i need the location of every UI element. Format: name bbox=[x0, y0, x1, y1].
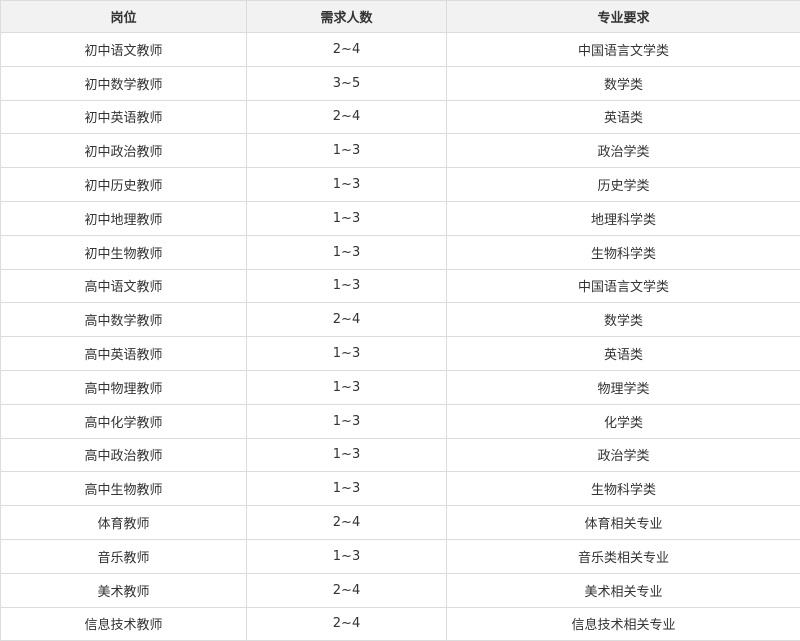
cell-position: 高中数学教师 bbox=[1, 303, 247, 337]
cell-major: 音乐类相关专业 bbox=[447, 539, 800, 573]
table-row: 初中语文教师2~4中国语言文学类 bbox=[1, 33, 800, 67]
cell-major: 中国语言文学类 bbox=[447, 33, 800, 67]
header-row: 岗位 需求人数 专业要求 bbox=[1, 1, 800, 33]
cell-position: 高中政治教师 bbox=[1, 438, 247, 472]
table-row: 体育教师2~4体育相关专业 bbox=[1, 506, 800, 540]
cell-position: 初中语文教师 bbox=[1, 33, 247, 67]
cell-position: 信息技术教师 bbox=[1, 607, 247, 641]
cell-count: 1~3 bbox=[247, 438, 447, 472]
cell-count: 2~4 bbox=[247, 100, 447, 134]
cell-position: 高中语文教师 bbox=[1, 269, 247, 303]
cell-major: 信息技术相关专业 bbox=[447, 607, 800, 641]
header-count: 需求人数 bbox=[247, 1, 447, 33]
cell-major: 数学类 bbox=[447, 303, 800, 337]
cell-position: 音乐教师 bbox=[1, 539, 247, 573]
cell-count: 2~4 bbox=[247, 303, 447, 337]
cell-major: 生物科学类 bbox=[447, 472, 800, 506]
cell-major: 政治学类 bbox=[447, 438, 800, 472]
cell-count: 1~3 bbox=[247, 235, 447, 269]
cell-count: 3~5 bbox=[247, 66, 447, 100]
cell-major: 中国语言文学类 bbox=[447, 269, 800, 303]
recruitment-table: 岗位 需求人数 专业要求 初中语文教师2~4中国语言文学类初中数学教师3~5数学… bbox=[0, 0, 800, 641]
cell-position: 美术教师 bbox=[1, 573, 247, 607]
cell-position: 初中政治教师 bbox=[1, 134, 247, 168]
table-row: 初中政治教师1~3政治学类 bbox=[1, 134, 800, 168]
table-row: 美术教师2~4美术相关专业 bbox=[1, 573, 800, 607]
table-row: 音乐教师1~3音乐类相关专业 bbox=[1, 539, 800, 573]
cell-major: 化学类 bbox=[447, 404, 800, 438]
table-row: 高中数学教师2~4数学类 bbox=[1, 303, 800, 337]
cell-count: 1~3 bbox=[247, 472, 447, 506]
cell-position: 体育教师 bbox=[1, 506, 247, 540]
cell-count: 1~3 bbox=[247, 134, 447, 168]
cell-position: 高中物理教师 bbox=[1, 370, 247, 404]
table-row: 高中生物教师1~3生物科学类 bbox=[1, 472, 800, 506]
cell-count: 1~3 bbox=[247, 168, 447, 202]
header-position: 岗位 bbox=[1, 1, 247, 33]
cell-major: 数学类 bbox=[447, 66, 800, 100]
table-row: 高中物理教师1~3物理学类 bbox=[1, 370, 800, 404]
table-row: 初中英语教师2~4英语类 bbox=[1, 100, 800, 134]
cell-position: 高中化学教师 bbox=[1, 404, 247, 438]
cell-position: 初中历史教师 bbox=[1, 168, 247, 202]
cell-position: 高中英语教师 bbox=[1, 337, 247, 371]
cell-position: 高中生物教师 bbox=[1, 472, 247, 506]
cell-count: 2~4 bbox=[247, 573, 447, 607]
cell-position: 初中英语教师 bbox=[1, 100, 247, 134]
table-row: 高中化学教师1~3化学类 bbox=[1, 404, 800, 438]
cell-major: 生物科学类 bbox=[447, 235, 800, 269]
table-row: 高中语文教师1~3中国语言文学类 bbox=[1, 269, 800, 303]
table-row: 高中英语教师1~3英语类 bbox=[1, 337, 800, 371]
cell-position: 初中地理教师 bbox=[1, 201, 247, 235]
cell-count: 1~3 bbox=[247, 404, 447, 438]
cell-count: 1~3 bbox=[247, 539, 447, 573]
cell-major: 体育相关专业 bbox=[447, 506, 800, 540]
cell-major: 英语类 bbox=[447, 100, 800, 134]
cell-count: 2~4 bbox=[247, 506, 447, 540]
cell-major: 政治学类 bbox=[447, 134, 800, 168]
cell-count: 1~3 bbox=[247, 370, 447, 404]
cell-count: 1~3 bbox=[247, 337, 447, 371]
cell-position: 初中数学教师 bbox=[1, 66, 247, 100]
table-row: 初中生物教师1~3生物科学类 bbox=[1, 235, 800, 269]
table-row: 初中地理教师1~3地理科学类 bbox=[1, 201, 800, 235]
header-major: 专业要求 bbox=[447, 1, 800, 33]
table-row: 高中政治教师1~3政治学类 bbox=[1, 438, 800, 472]
cell-count: 2~4 bbox=[247, 33, 447, 67]
table-body: 初中语文教师2~4中国语言文学类初中数学教师3~5数学类初中英语教师2~4英语类… bbox=[1, 33, 800, 641]
cell-position: 初中生物教师 bbox=[1, 235, 247, 269]
table-row: 初中数学教师3~5数学类 bbox=[1, 66, 800, 100]
cell-major: 物理学类 bbox=[447, 370, 800, 404]
cell-count: 1~3 bbox=[247, 201, 447, 235]
cell-major: 英语类 bbox=[447, 337, 800, 371]
cell-major: 美术相关专业 bbox=[447, 573, 800, 607]
cell-major: 历史学类 bbox=[447, 168, 800, 202]
cell-count: 1~3 bbox=[247, 269, 447, 303]
table-header: 岗位 需求人数 专业要求 bbox=[1, 1, 800, 33]
cell-major: 地理科学类 bbox=[447, 201, 800, 235]
table-row: 信息技术教师2~4信息技术相关专业 bbox=[1, 607, 800, 641]
cell-count: 2~4 bbox=[247, 607, 447, 641]
table-row: 初中历史教师1~3历史学类 bbox=[1, 168, 800, 202]
